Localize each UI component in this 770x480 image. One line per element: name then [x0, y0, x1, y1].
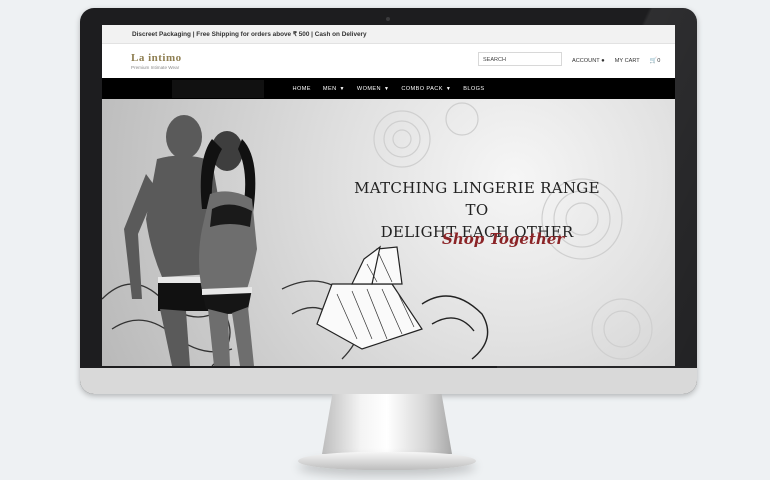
chevron-down-icon: ▼ [445, 86, 452, 92]
logo-text: La intimo [131, 52, 182, 64]
monitor-stand-base [298, 452, 476, 470]
shop-together-link[interactable]: Shop Together [442, 230, 564, 248]
nav-home[interactable]: HOME [293, 86, 311, 92]
website-screen: Discreet Packaging | Free Shipping for o… [102, 25, 675, 366]
cart-link[interactable]: MY CART [615, 58, 640, 64]
user-icon: ● [601, 57, 605, 64]
announcement-text: Discreet Packaging | Free Shipping for o… [132, 31, 367, 38]
monitor-chin [80, 368, 697, 394]
nav-combo-pack[interactable]: COMBO PACK ▼ [401, 86, 451, 92]
site-header: La intimo Premium Intimate Wear SEARCH A… [102, 44, 675, 78]
nav-blogs[interactable]: BLOGS [463, 86, 484, 92]
cart-button[interactable]: 🛒0 [650, 57, 661, 64]
nav-men[interactable]: MEN ▼ [323, 86, 345, 92]
monitor-stand-neck [322, 394, 452, 454]
camera-dot [386, 17, 390, 21]
site-logo[interactable]: La intimo Premium Intimate Wear [131, 52, 182, 70]
hero-banner[interactable]: MATCHING LINGERIE RANGE TO DELIGHT EACH … [102, 99, 675, 366]
announcement-bar: Discreet Packaging | Free Shipping for o… [102, 25, 675, 44]
chevron-down-icon: ▼ [339, 86, 345, 92]
main-navigation: HOME MEN ▼ WOMEN ▼ COMBO PACK ▼ BLOGS [102, 78, 675, 100]
logo-tagline: Premium Intimate Wear [131, 65, 180, 70]
header-links: ACCOUNT ● MY CART 🛒0 [572, 57, 661, 65]
chevron-down-icon: ▼ [383, 86, 390, 92]
search-input[interactable]: SEARCH [478, 52, 562, 66]
nav-women[interactable]: WOMEN ▼ [357, 86, 389, 92]
cart-count: 0 [657, 58, 661, 64]
account-link[interactable]: ACCOUNT ● [572, 58, 605, 64]
